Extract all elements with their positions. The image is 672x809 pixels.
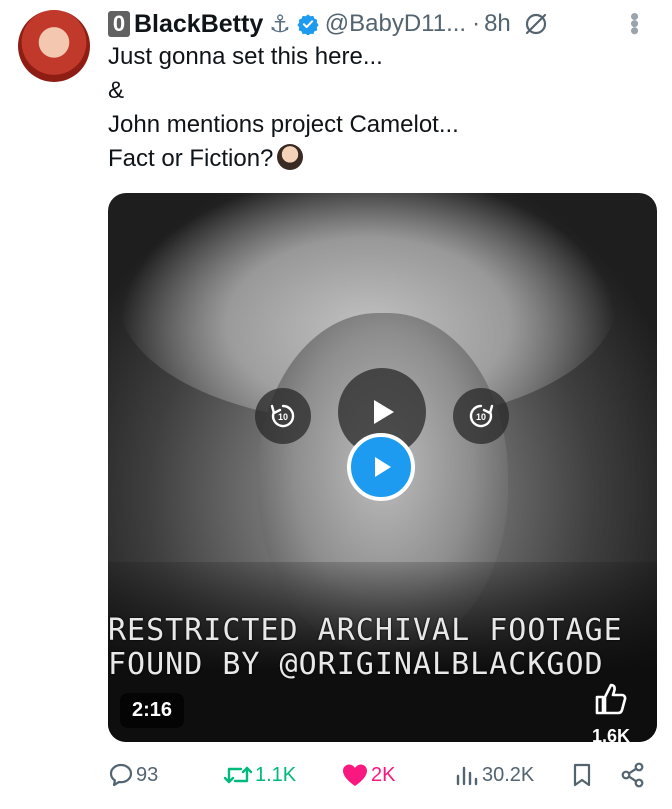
tweet-text-line: John mentions project Camelot...	[108, 111, 459, 138]
tweet-header: 0 BlackBetty ⚓ @BabyD11... · 8h	[108, 6, 652, 42]
reply-button[interactable]: 93	[108, 760, 158, 790]
repost-count: 1.1K	[255, 763, 297, 786]
display-name[interactable]: BlackBetty	[134, 10, 263, 39]
shrug-emoji-icon	[277, 144, 304, 170]
timestamp[interactable]: 8h	[484, 10, 511, 38]
tweet-text-line: Fact or Fiction?	[108, 145, 274, 172]
repost-icon	[223, 766, 253, 784]
rewind-10-button[interactable]: 10	[255, 388, 311, 444]
user-badge: 0	[108, 11, 130, 37]
bookmark-icon	[573, 763, 591, 787]
thumbs-up-icon	[595, 683, 627, 715]
tweet-text: Just gonna set this here... & John menti…	[108, 40, 648, 176]
video-caption-line-2: FOUND BY @ORIGINALBLACKGOD	[108, 647, 604, 682]
share-button[interactable]	[620, 760, 648, 790]
tweet-text-line: Just gonna set this here...	[108, 43, 383, 70]
repost-button[interactable]: 1.1K	[223, 760, 296, 790]
tweet-text-line: &	[108, 77, 125, 104]
reply-count: 93	[136, 763, 159, 786]
avatar[interactable]	[18, 10, 90, 82]
video-player[interactable]: 10 10 RESTRICTED ARCHIVAL FOOTAGE FOUND …	[108, 193, 657, 742]
reply-icon	[109, 763, 133, 787]
verified-check-icon	[297, 14, 319, 35]
svg-text:10: 10	[476, 412, 486, 422]
tweet-text-line-last: Fact or Fiction?	[108, 142, 648, 176]
like-button[interactable]: 2K	[341, 760, 395, 790]
svg-text:10: 10	[278, 412, 288, 422]
video-like-overlay[interactable]: 1.6K	[581, 679, 641, 742]
forward-10-icon: 10	[469, 404, 494, 428]
video-duration: 2:16	[120, 693, 185, 728]
action-bar: 93 1.1K 2K 30.2K	[108, 760, 656, 790]
bookmark-button[interactable]	[570, 760, 596, 790]
share-icon	[621, 762, 644, 788]
rewind-10-icon: 10	[270, 404, 295, 428]
more-dots-icon[interactable]: •••	[620, 12, 650, 33]
tweet[interactable]: 0 BlackBetty ⚓ @BabyD11... · 8h ••• Just…	[0, 0, 672, 809]
views-button[interactable]: 30.2K	[454, 760, 534, 790]
no-edit-icon	[525, 13, 546, 35]
user-handle[interactable]: @BabyD11...	[325, 10, 466, 38]
separator-dot: ·	[472, 10, 481, 37]
like-count: 2K	[371, 763, 396, 786]
play-icon	[375, 457, 391, 477]
views-icon	[456, 766, 478, 786]
play-button[interactable]	[347, 433, 415, 501]
video-like-count: 1.6K	[591, 726, 631, 742]
heart-icon	[343, 764, 367, 786]
views-count: 30.2K	[482, 763, 535, 786]
play-icon	[374, 400, 394, 424]
video-caption-line-1: RESTRICTED ARCHIVAL FOOTAGE	[108, 613, 623, 648]
forward-10-button[interactable]: 10	[453, 388, 509, 444]
anchor-emoji: ⚓	[269, 10, 291, 38]
